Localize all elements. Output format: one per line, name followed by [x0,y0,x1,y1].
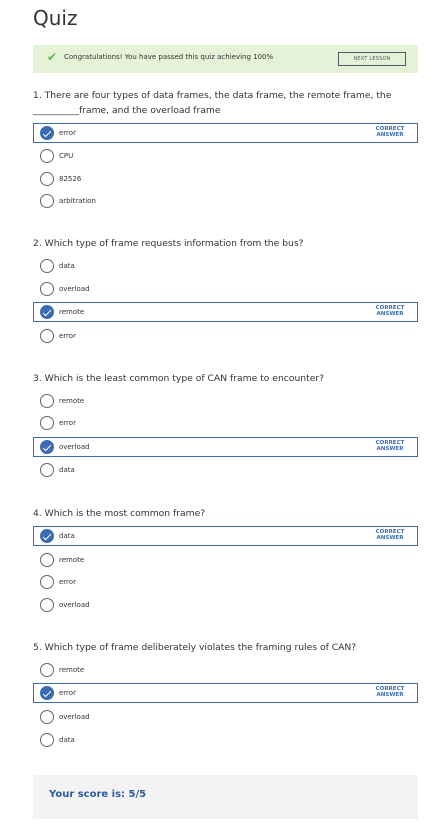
checkmark-icon: ✔ [47,50,58,64]
radio-icon[interactable] [40,416,54,430]
radio-checked-icon[interactable] [40,305,54,319]
q1-option-2[interactable]: CPU [33,146,418,166]
radio-icon[interactable] [40,149,54,163]
radio-icon[interactable] [40,259,54,273]
success-banner: ✔ Congratulations! You have passed this … [33,45,418,73]
q1-option-1[interactable]: error CORRECT ANSWER [33,123,418,143]
radio-checked-icon[interactable] [40,686,54,700]
option-label: error [59,689,76,697]
question-4: 4. Which is the most common frame? [33,508,206,519]
radio-icon[interactable] [40,663,54,677]
radio-icon[interactable] [40,598,54,612]
radio-icon[interactable] [40,733,54,747]
correct-answer-label: CORRECT ANSWER [375,686,405,698]
option-label: data [59,736,75,744]
option-label: overload [59,713,90,721]
option-label: 82526 [59,175,82,183]
quiz-page: Quiz ✔ Congratulations! You have passed … [0,0,434,833]
q5-option-4[interactable]: data [33,730,418,750]
option-label: error [59,578,76,586]
option-label: data [59,532,75,540]
option-label: CPU [59,152,74,160]
success-message: Congratulations! You have passed this qu… [64,53,274,61]
correct-answer-label: CORRECT ANSWER [375,126,405,138]
correct-answer-label: CORRECT ANSWER [375,440,405,452]
score-panel: Your score is: 5/5 [33,775,418,819]
radio-icon[interactable] [40,194,54,208]
question-2: 2. Which type of frame requests informat… [33,238,304,249]
q2-option-1[interactable]: data [33,256,418,276]
q3-option-3[interactable]: overload CORRECT ANSWER [33,437,418,457]
option-label: overload [59,285,90,293]
radio-icon[interactable] [40,463,54,477]
page-title: Quiz [33,6,78,30]
q2-option-3[interactable]: remote CORRECT ANSWER [33,302,418,322]
q4-option-3[interactable]: error [33,572,418,592]
correct-answer-label: CORRECT ANSWER [375,305,405,317]
option-label: arbitration [59,197,96,205]
option-label: remote [59,397,85,405]
q1-option-3[interactable]: 82526 [33,169,418,189]
radio-checked-icon[interactable] [40,529,54,543]
radio-icon[interactable] [40,329,54,343]
radio-icon[interactable] [40,575,54,589]
option-label: remote [59,556,85,564]
q5-option-3[interactable]: overload [33,707,418,727]
option-label: data [59,466,75,474]
option-label: remote [59,308,85,316]
q5-option-1[interactable]: remote [33,660,418,680]
q4-option-1[interactable]: data CORRECT ANSWER [33,526,418,546]
q2-option-2[interactable]: overload [33,279,418,299]
radio-icon[interactable] [40,710,54,724]
q3-option-1[interactable]: remote [33,391,418,411]
q3-option-2[interactable]: error [33,413,418,433]
next-lesson-button[interactable]: NEXT LESSON [338,52,406,66]
option-label: overload [59,443,90,451]
q2-option-4[interactable]: error [33,326,418,346]
radio-checked-icon[interactable] [40,126,54,140]
q4-option-4[interactable]: overload [33,595,418,615]
radio-icon[interactable] [40,172,54,186]
radio-icon[interactable] [40,394,54,408]
q3-option-4[interactable]: data [33,460,418,480]
radio-checked-icon[interactable] [40,440,54,454]
option-label: overload [59,601,90,609]
option-label: remote [59,666,85,674]
question-1: 1. There are four types of data frames, … [33,90,392,116]
question-3: 3. Which is the least common type of CAN… [33,373,325,384]
radio-icon[interactable] [40,553,54,567]
option-label: error [59,129,76,137]
radio-icon[interactable] [40,282,54,296]
question-5: 5. Which type of frame deliberately viol… [33,642,357,653]
option-label: data [59,262,75,270]
q4-option-2[interactable]: remote [33,550,418,570]
correct-answer-label: CORRECT ANSWER [375,529,405,541]
option-label: error [59,419,76,427]
score-text: Your score is: 5/5 [49,789,147,800]
q1-option-4[interactable]: arbitration [33,191,418,211]
q5-option-2[interactable]: error CORRECT ANSWER [33,683,418,703]
option-label: error [59,332,76,340]
